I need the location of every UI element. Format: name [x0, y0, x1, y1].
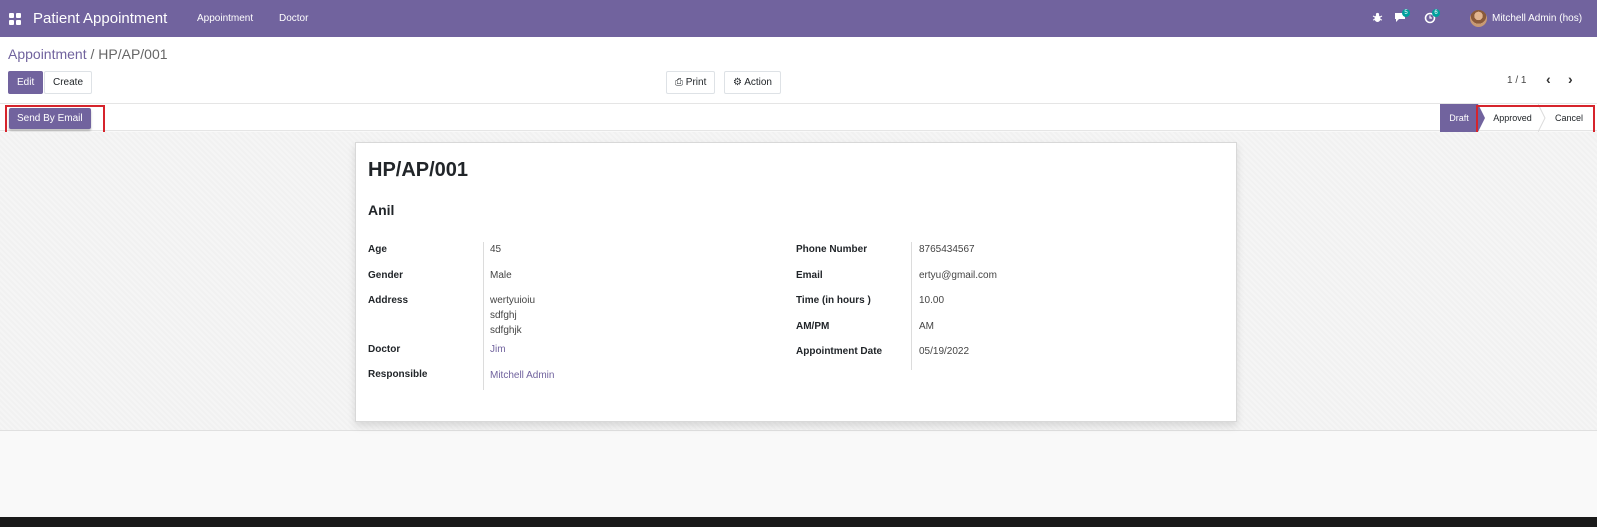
gender-label: Gender — [368, 270, 404, 281]
record-title: HP/AP/001 — [368, 159, 469, 181]
send-email-highlight: Send By Email — [5, 105, 105, 134]
age-label: Age — [368, 244, 387, 255]
doctor-link[interactable]: Jim — [490, 344, 506, 355]
stage-approved[interactable]: Approved — [1485, 104, 1540, 132]
menu-appointment[interactable]: Appointment — [197, 13, 253, 24]
print-button-label: Print — [685, 77, 707, 88]
pager-value[interactable]: 1 / 1 — [1507, 75, 1526, 86]
left-group-divider — [483, 242, 484, 390]
responsible-label: Responsible — [368, 369, 428, 380]
phone-number-label: Phone Number — [796, 244, 868, 255]
breadcrumb-separator: / — [86, 46, 99, 62]
address-line-2: sdfghj — [490, 310, 517, 321]
stage-draft[interactable]: Draft — [1440, 104, 1485, 132]
breadcrumb-appointment-link[interactable]: Appointment — [8, 46, 87, 62]
pager-previous-icon[interactable]: ‹ — [1546, 71, 1551, 87]
am-pm-label: AM/PM — [796, 321, 830, 332]
control-panel: Appointment / HP/AP/001 Edit Create ⎙ Pr… — [0, 37, 1597, 103]
messages-count-badge: 5 — [1402, 9, 1410, 17]
right-group-divider — [911, 242, 912, 370]
gender-value: Male — [490, 270, 512, 281]
user-avatar[interactable] — [1470, 10, 1487, 27]
stage-cancel[interactable]: Cancel — [1545, 104, 1593, 132]
top-navbar: Patient Appointment Appointment Doctor 5… — [0, 0, 1597, 37]
email-label: Email — [796, 270, 823, 281]
edit-button[interactable]: Edit — [8, 71, 44, 94]
address-line-3: sdfghjk — [490, 325, 522, 336]
app-title[interactable]: Patient Appointment — [33, 10, 167, 27]
gear-icon: ⚙ — [733, 77, 742, 88]
create-button[interactable]: Create — [44, 71, 93, 94]
age-value: 45 — [490, 244, 502, 255]
status-bar: Send By Email Draft Approved Cancel — [0, 103, 1597, 136]
debug-bug-icon[interactable] — [1372, 12, 1383, 26]
time-label: Time (in hours ) — [796, 295, 871, 306]
address-line-1: wertyuioiu — [490, 295, 536, 306]
appointment-date-label: Appointment Date — [796, 346, 883, 357]
menu-doctor[interactable]: Doctor — [279, 13, 308, 24]
action-button[interactable]: ⚙ Action — [724, 71, 781, 94]
printer-icon: ⎙ — [675, 77, 683, 88]
print-button[interactable]: ⎙ Print — [666, 71, 716, 94]
form-sheet: HP/AP/001 Anil Age 45 Gender Male Addres… — [355, 142, 1237, 422]
action-button-label: Action — [744, 77, 772, 88]
responsible-link[interactable]: Mitchell Admin — [490, 370, 554, 381]
appointment-date-value: 05/19/2022 — [919, 346, 970, 357]
patient-name[interactable]: Anil — [368, 202, 394, 218]
activities-clock-icon[interactable]: 6 — [1424, 9, 1440, 27]
messages-icon[interactable]: 5 — [1394, 9, 1410, 26]
send-by-email-button[interactable]: Send By Email — [9, 108, 91, 129]
time-value: 10.00 — [919, 295, 945, 306]
pager-next-icon[interactable]: › — [1568, 71, 1573, 87]
app-window: Patient Appointment Appointment Doctor 5… — [0, 0, 1597, 517]
phone-number-value: 8765434567 — [919, 244, 975, 255]
breadcrumb-current: HP/AP/001 — [98, 46, 168, 62]
address-label: Address — [368, 295, 409, 306]
breadcrumb: Appointment / HP/AP/001 — [8, 46, 168, 62]
doctor-label: Doctor — [368, 344, 401, 355]
apps-grid-icon[interactable] — [9, 13, 21, 25]
am-pm-value: AM — [919, 321, 934, 332]
user-menu-name[interactable]: Mitchell Admin (hos) — [1492, 13, 1582, 24]
activities-count-badge: 6 — [1432, 9, 1440, 17]
email-value: ertyu@gmail.com — [919, 270, 997, 281]
